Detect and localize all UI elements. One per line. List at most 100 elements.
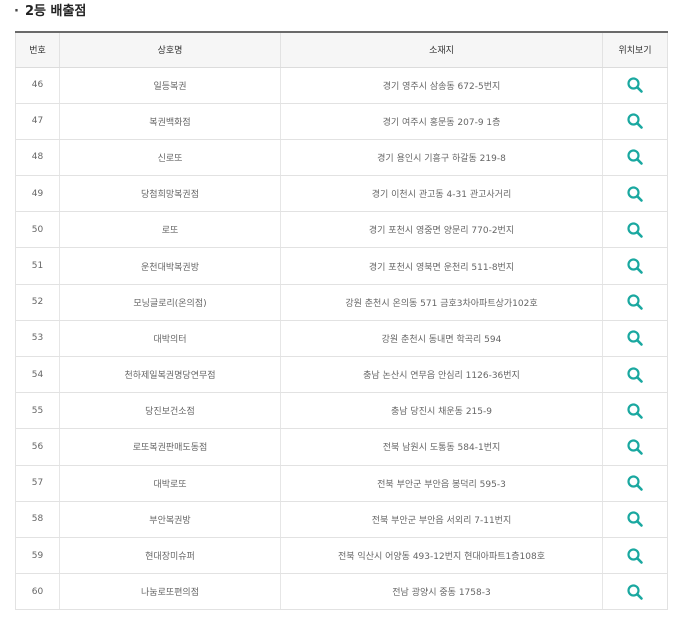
search-icon[interactable] [626,583,644,601]
table-row: 58 부안복권방 전북 부안군 부안읍 서외리 7-11번지 [15,501,668,538]
row-address: 전북 익산시 어양동 493-12번지 현대아파트1층108호 [280,537,603,575]
bullet-dot-icon: · [14,4,19,19]
table-row: 46 일등복권 경기 영주시 삼송동 672-5번지 [15,67,668,104]
table-row: 47 복권백화점 경기 여주시 홍문동 207-9 1층 [15,103,668,140]
table-row: 59 현대장미슈퍼 전북 익산시 어양동 493-12번지 현대아파트1층108호 [15,537,668,575]
header-number: 번호 [15,31,60,68]
row-number: 53 [15,320,60,358]
section-title: · 2등 배출점 [14,2,86,22]
row-store-name: 모닝글로리(온의점) [59,284,281,321]
row-location-cell [602,211,668,249]
table-row: 48 신로또 경기 용인시 기흥구 하갈동 219-8 [15,139,668,177]
table-body: 46 일등복권 경기 영주시 삼송동 672-5번지 47 복권백화점 경기 여주시 홍문… [15,67,668,611]
row-address: 전북 부안군 부안읍 봉덕리 595-3 [280,465,603,502]
search-icon[interactable] [626,474,644,492]
row-location-cell [602,356,668,394]
row-number: 57 [15,465,60,502]
header-address: 소재지 [280,31,603,68]
row-number: 51 [15,247,60,285]
row-address: 강원 춘천시 동내면 학곡리 594 [280,320,603,358]
search-icon[interactable] [626,547,644,565]
store-table: 번호 상호명 소재지 위치보기 46 일등복권 경기 영주시 삼송동 672-5번지… [15,31,668,611]
search-icon[interactable] [626,293,644,311]
row-store-name: 당진보건소점 [59,392,281,430]
row-address: 전북 남원시 도통동 584-1번지 [280,428,603,466]
row-address: 경기 이천시 관고동 4-31 관고사거리 [280,175,603,213]
row-location-cell [602,175,668,213]
search-icon[interactable] [626,402,644,420]
row-address: 경기 포천시 영중면 양문리 770-2번지 [280,211,603,249]
search-icon[interactable] [626,221,644,239]
row-location-cell [602,428,668,466]
row-location-cell [602,501,668,538]
row-number: 46 [15,67,60,104]
row-location-cell [602,247,668,285]
table-row: 54 천하제일복권명당연무점 충남 논산시 연무읍 안심리 1126-36번지 [15,356,668,394]
row-location-cell [602,465,668,502]
row-location-cell [602,537,668,575]
row-address: 충남 당진시 채운동 215-9 [280,392,603,430]
row-number: 54 [15,356,60,394]
row-store-name: 로또복권판매도동점 [59,428,281,466]
row-address: 경기 영주시 삼송동 672-5번지 [280,67,603,104]
search-icon[interactable] [626,76,644,94]
table-row: 57 대박로또 전북 부안군 부안읍 봉덕리 595-3 [15,465,668,502]
search-icon[interactable] [626,148,644,166]
search-icon[interactable] [626,438,644,456]
table-row: 51 운천대박복권방 경기 포천시 영북면 운천리 511-8번지 [15,247,668,285]
row-location-cell [602,139,668,177]
row-address: 전북 부안군 부안읍 서외리 7-11번지 [280,501,603,538]
row-number: 52 [15,284,60,321]
search-icon[interactable] [626,329,644,347]
row-address: 경기 용인시 기흥구 하갈동 219-8 [280,139,603,177]
table-row: 56 로또복권판매도동점 전북 남원시 도통동 584-1번지 [15,428,668,466]
search-icon[interactable] [626,257,644,275]
row-address: 강원 춘천시 온의동 571 금호3차아파트상가102호 [280,284,603,321]
row-number: 59 [15,537,60,575]
table-row: 50 로또 경기 포천시 영중면 양문리 770-2번지 [15,211,668,249]
row-number: 60 [15,573,60,611]
table-row: 53 대박의터 강원 춘천시 동내면 학곡리 594 [15,320,668,358]
table-row: 55 당진보건소점 충남 당진시 채운동 215-9 [15,392,668,430]
row-address: 충남 논산시 연무읍 안심리 1126-36번지 [280,356,603,394]
row-store-name: 대박로또 [59,465,281,502]
table-header: 번호 상호명 소재지 위치보기 [15,31,668,68]
row-store-name: 현대장미슈퍼 [59,537,281,575]
row-store-name: 당첨희망복권점 [59,175,281,213]
row-number: 58 [15,501,60,538]
row-store-name: 천하제일복권명당연무점 [59,356,281,394]
table-row: 52 모닝글로리(온의점) 강원 춘천시 온의동 571 금호3차아파트상가102호 [15,284,668,321]
section-title-text: 2등 배출점 [24,4,87,19]
row-number: 49 [15,175,60,213]
header-location: 위치보기 [602,31,668,68]
row-store-name: 복권백화점 [59,103,281,140]
search-icon[interactable] [626,112,644,130]
row-address: 전남 광양시 중동 1758-3 [280,573,603,611]
row-store-name: 일등복권 [59,67,281,104]
row-location-cell [602,284,668,321]
row-number: 55 [15,392,60,430]
row-address: 경기 포천시 영북면 운천리 511-8번지 [280,247,603,285]
row-location-cell [602,320,668,358]
row-location-cell [602,392,668,430]
row-store-name: 부안복권방 [59,501,281,538]
row-location-cell [602,103,668,140]
table-row: 60 나눔로또편의점 전남 광양시 중동 1758-3 [15,573,668,611]
row-store-name: 대박의터 [59,320,281,358]
row-store-name: 신로또 [59,139,281,177]
row-number: 48 [15,139,60,177]
row-store-name: 운천대박복권방 [59,247,281,285]
search-icon[interactable] [626,185,644,203]
row-location-cell [602,573,668,611]
search-icon[interactable] [626,366,644,384]
table-header-row: 번호 상호명 소재지 위치보기 [15,31,668,68]
header-store-name: 상호명 [59,31,281,68]
row-address: 경기 여주시 홍문동 207-9 1층 [280,103,603,140]
row-location-cell [602,67,668,104]
row-store-name: 로또 [59,211,281,249]
search-icon[interactable] [626,510,644,528]
row-store-name: 나눔로또편의점 [59,573,281,611]
table-row: 49 당첨희망복권점 경기 이천시 관고동 4-31 관고사거리 [15,175,668,213]
row-number: 47 [15,103,60,140]
row-number: 56 [15,428,60,466]
